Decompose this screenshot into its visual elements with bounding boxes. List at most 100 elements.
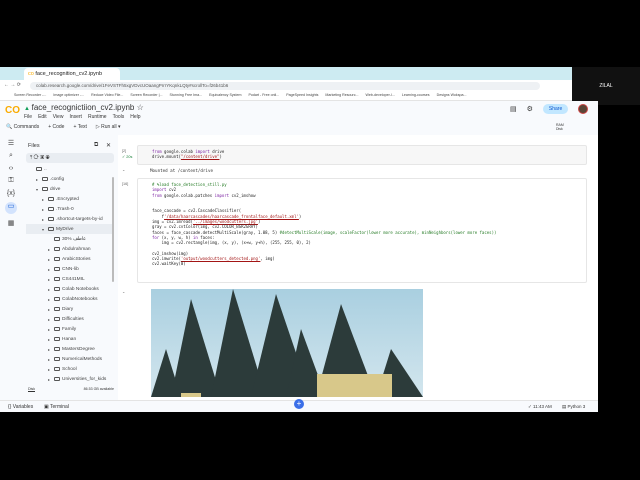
add-text-button[interactable]: + Text (73, 124, 86, 130)
menu-item-help[interactable]: Help (130, 114, 140, 120)
disk-usage: Disk 86.53 GB available (28, 387, 114, 392)
file-tree-item[interactable]: ▸ Hanan (26, 334, 114, 344)
bookmark-item[interactable]: Screen Recorder |... (130, 93, 162, 98)
file-tree-item[interactable]: ▾ drive (26, 184, 114, 194)
terminal-button[interactable]: ▣ Terminal (44, 404, 69, 410)
bookmark-item[interactable]: Web-developer-l... (366, 93, 395, 98)
file-tree-item[interactable]: ▸ MastersDegree (26, 344, 114, 354)
bookmark-item[interactable]: Stunning Free Ima... (170, 93, 203, 98)
notebook-title-text[interactable]: face_recognictiion_cv2.ipynb (32, 103, 135, 112)
file-tree-item[interactable]: ▸ .Encrypted (26, 194, 114, 204)
file-tree-item[interactable]: ▸ Difficulties (26, 314, 114, 324)
commands-button[interactable]: 🔍 Commands (6, 124, 39, 130)
files-scrollbar[interactable] (112, 177, 114, 282)
cell-code[interactable]: # %load face_detection_still.py import c… (138, 179, 586, 270)
file-name: Abdulrahman (62, 246, 91, 252)
run-all-label: Run all (101, 124, 117, 130)
runtime-type[interactable]: ▤ Python 3 (562, 404, 585, 410)
run-all-button[interactable]: ▷ Run all ▾ (96, 124, 121, 130)
code-snippets-icon[interactable]: ‹› (9, 165, 14, 172)
file-name: CS441MIL (62, 276, 85, 282)
code-cell[interactable]: # %load face_detection_still.py import c… (137, 178, 587, 283)
file-name: CNN-lib (62, 266, 79, 272)
output-collapse-icon[interactable]: ⌄ (122, 167, 125, 172)
terminal-label: Terminal (50, 404, 69, 410)
star-icon[interactable]: ☆ (137, 103, 144, 112)
url-input[interactable]: colab.research.google.com/drive/1FeVSTFh… (30, 81, 540, 90)
browser-tab[interactable]: co face_recognition_cv2.ipynb (24, 68, 120, 80)
file-tree-item[interactable]: ▸ .Trash-0 (26, 204, 114, 214)
file-tree-item[interactable]: ▸ School (26, 364, 114, 374)
file-name: drive (50, 186, 61, 192)
bookmark-item[interactable]: Learning-courses (402, 93, 430, 98)
table-icon[interactable]: ▦ (8, 219, 15, 227)
file-name: Hanan (62, 336, 77, 342)
file-tree-item[interactable]: 30% عاطف (26, 234, 114, 244)
file-tree-item[interactable]: ▸ CNN-lib (26, 264, 114, 274)
file-tree-item[interactable]: ▸ .shortcut-targets-by-id (26, 214, 114, 224)
variables-icon[interactable]: {x} (7, 190, 15, 197)
bookmark-item[interactable]: Image optimizer -... (53, 93, 84, 98)
disk-available: 86.53 GB available (83, 387, 114, 391)
file-name: ArabicStories (62, 256, 91, 262)
folder-icon (48, 206, 54, 212)
file-tree-item[interactable]: ▸ ArabicStories (26, 254, 114, 264)
folder-icon (54, 246, 60, 252)
file-tree-item[interactable]: ▸ Family (26, 324, 114, 334)
menu-item-runtime[interactable]: Runtime (88, 114, 107, 120)
gear-icon[interactable]: ⚙ (527, 105, 533, 113)
file-name: 30% عاطف (62, 236, 87, 242)
bookmark-item[interactable]: Designs Wokspa... (437, 93, 467, 98)
folder-icon (54, 316, 60, 322)
file-name: School (62, 366, 77, 372)
resource-monitor[interactable]: RAM Disk (556, 123, 564, 131)
bookmark-item[interactable]: Equivalency System (209, 93, 241, 98)
file-tree-item[interactable]: ▸ .config (26, 174, 114, 184)
expand-icon[interactable]: ⧉ (94, 142, 98, 149)
file-tree-item[interactable]: .. (26, 164, 114, 174)
search-icon[interactable]: ⌕ (9, 152, 13, 160)
file-tree-item[interactable]: ▸ Diary (26, 304, 114, 314)
menu-item-view[interactable]: View (53, 114, 64, 120)
file-tree-item[interactable]: ▾ MyDrive (26, 224, 114, 234)
bookmark-item[interactable]: Reduce Video File... (91, 93, 123, 98)
runtime-label: Python 3 (567, 404, 586, 409)
notebook-title[interactable]: ▲ face_recognictiion_cv2.ipynb ☆ (24, 103, 144, 112)
comment-icon[interactable]: ▤ (510, 105, 517, 113)
hidden-files-icon[interactable]: ◉ (46, 155, 50, 161)
bookmark-item[interactable]: PageSpeed Insights (286, 93, 318, 98)
output-image-woodcutters (151, 289, 423, 397)
toc-icon[interactable]: ☰ (8, 139, 14, 147)
output-collapse-icon[interactable]: ⌄ (122, 289, 125, 294)
nav-buttons-icon[interactable]: ← → ⟳ (4, 82, 21, 88)
share-button[interactable]: Share (542, 104, 569, 114)
disk-usage-label: Disk (28, 387, 35, 392)
bookmark-item[interactable]: Podart - Free onli... (248, 93, 279, 98)
file-tree-item[interactable]: ▸ Colab Notebooks (26, 284, 114, 294)
folder-icon[interactable]: ▭ (5, 202, 17, 214)
file-name: Diary (62, 306, 74, 312)
bookmarks-bar: Screen Recorder -... Image optimizer -...… (0, 91, 572, 101)
menu-item-insert[interactable]: Insert (69, 114, 82, 120)
folder-icon (54, 256, 60, 262)
add-cell-button[interactable]: + (294, 399, 304, 409)
secrets-icon[interactable]: ⚿ (8, 177, 13, 185)
close-icon[interactable]: ✕ (106, 142, 111, 149)
bookmark-item[interactable]: Marketing Resourc... (325, 93, 358, 98)
code-cell[interactable]: from google.colab import drive drive.mou… (137, 145, 587, 165)
colab-logo[interactable]: CO (5, 105, 20, 116)
file-tree-item[interactable]: ▸ Universities_for_kids (26, 374, 114, 384)
add-code-button[interactable]: + Code (48, 124, 64, 130)
file-tree-item[interactable]: ▸ ColabNotebooks (26, 294, 114, 304)
variables-button[interactable]: {} Variables (8, 404, 33, 410)
bookmark-item[interactable]: Screen Recorder -... (14, 93, 46, 98)
menu-item-edit[interactable]: Edit (38, 114, 47, 120)
folder-icon (54, 266, 60, 272)
menu-item-tools[interactable]: Tools (113, 114, 125, 120)
file-tree-item[interactable]: ▸ NumericalMethods (26, 354, 114, 364)
avatar[interactable] (578, 104, 589, 114)
menu-item-file[interactable]: File (24, 114, 32, 120)
file-tree-item[interactable]: ▸ CS441MIL (26, 274, 114, 284)
cell-code[interactable]: from google.colab import drive drive.mou… (138, 146, 586, 163)
file-tree-item[interactable]: ▸ Abdulrahman (26, 244, 114, 254)
